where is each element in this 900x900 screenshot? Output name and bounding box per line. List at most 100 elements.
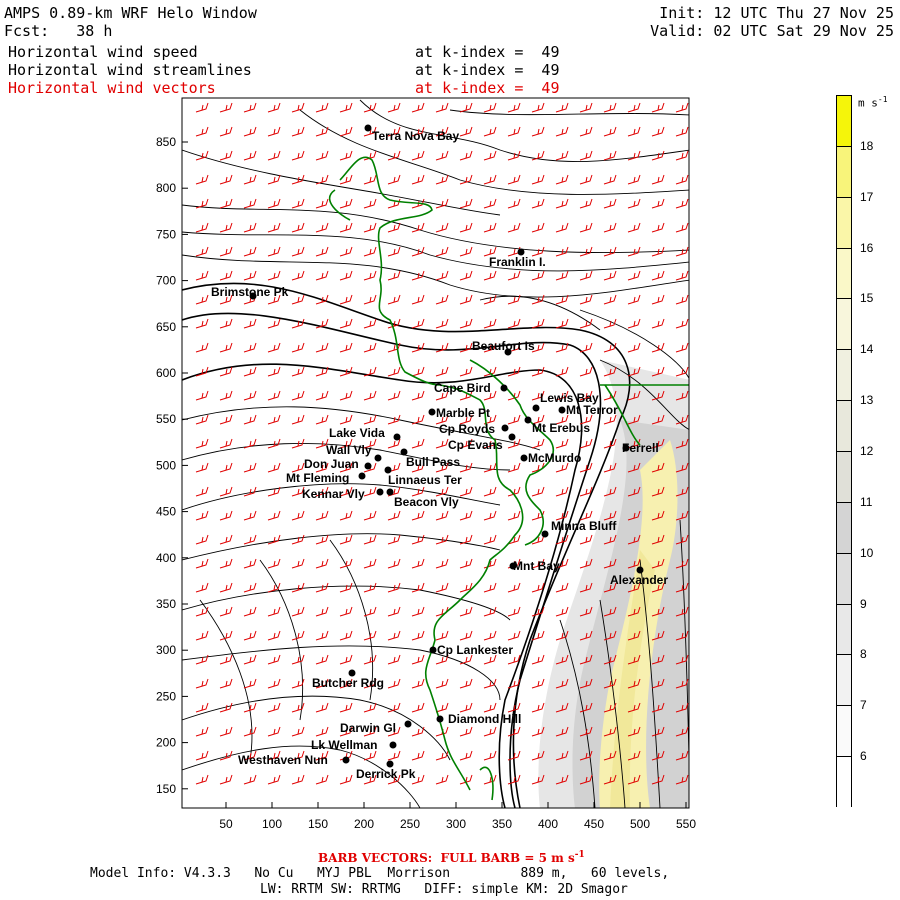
site-label: Derrick Pk <box>356 767 416 781</box>
y-tick-label: 250 <box>156 689 176 703</box>
site-dot <box>428 408 436 416</box>
site-dot <box>376 488 384 496</box>
site-dot <box>364 462 372 470</box>
site-label: Cp Royds <box>439 422 495 436</box>
barb-legend: BARB VECTORS: FULL BARB = 5 m s-1 <box>318 850 585 865</box>
y-tick-label: 350 <box>156 597 176 611</box>
site-label: Diamond Hill <box>448 712 521 726</box>
site-dot <box>508 433 516 441</box>
site-marker: Cp Lankester <box>429 643 513 657</box>
colorbar-tick-label: 6 <box>860 749 867 764</box>
colorbar-segment <box>837 146 851 198</box>
x-tick-label: 50 <box>219 817 233 831</box>
y-tick-label: 300 <box>156 643 176 657</box>
colorbar-segment <box>837 757 851 808</box>
site-label: Terra Nova Bay <box>372 129 459 143</box>
colorbar-tick-label: 13 <box>860 393 874 408</box>
colorbar-segment <box>837 350 851 402</box>
y-tick-label: 500 <box>156 458 176 472</box>
x-tick-label: 250 <box>400 817 420 831</box>
site-label: Marble Pt <box>436 406 490 420</box>
site-dot <box>342 756 350 764</box>
site-label: Lk Wellman <box>311 738 377 752</box>
site-label: Mnt Bay <box>513 559 560 573</box>
y-tick-label: 750 <box>156 227 176 241</box>
site-label: Bull Pass <box>406 455 460 469</box>
site-label: Cp Lankester <box>437 643 513 657</box>
y-tick-label: 150 <box>156 782 176 796</box>
colorbar-segment <box>837 655 851 707</box>
y-tick-label: 650 <box>156 320 176 334</box>
site-dot <box>404 720 412 728</box>
colorbar-tick-label: 14 <box>860 342 874 357</box>
colorbar-segment <box>837 197 851 249</box>
x-tick-label: 350 <box>492 817 512 831</box>
site-label: McMurdo <box>528 451 581 465</box>
site-dot <box>501 424 509 432</box>
x-tick-label: 550 <box>676 817 696 831</box>
y-tick-label: 400 <box>156 551 176 565</box>
colorbar-segment <box>837 401 851 452</box>
site-label: Mt Erebus <box>532 421 590 435</box>
site-label: Beacon Vly <box>394 495 459 509</box>
wind-map: Terra Nova Bay Franklin I. Brimstone Pk Bea… <box>156 97 696 831</box>
site-label: Don Juan <box>304 457 359 471</box>
y-tick-label: 550 <box>156 412 176 426</box>
site-dot <box>386 488 394 496</box>
colorbar-tick-label: 17 <box>860 189 874 204</box>
x-tick-label: 450 <box>584 817 604 831</box>
colorbar-segment <box>837 96 851 147</box>
site-label: Mt Fleming <box>286 471 349 485</box>
colorbar-tick-label: 18 <box>860 138 874 153</box>
site-label: Beaufort Is <box>472 339 535 353</box>
colorbar-segment <box>837 604 851 656</box>
colorbar-tick-label: 11 <box>860 494 873 509</box>
site-label: Alexander <box>610 573 668 587</box>
site-label: Wall Vly <box>326 443 372 457</box>
colorbar-segment <box>837 553 851 605</box>
site-dot <box>393 433 401 441</box>
site-label: Minna Bluff <box>551 519 617 533</box>
site-dot <box>429 646 437 654</box>
site-dot <box>520 454 528 462</box>
site-marker: Mt Terror <box>558 403 618 417</box>
site-label: Franklin I. <box>489 255 546 269</box>
y-tick-label: 450 <box>156 505 176 519</box>
colorbar-tick-label: 16 <box>860 240 874 255</box>
y-tick-label: 800 <box>156 181 176 195</box>
x-tick-label: 500 <box>630 817 650 831</box>
site-dot <box>358 472 366 480</box>
site-marker: Marble Pt <box>428 406 490 420</box>
colorbar-segment <box>837 452 851 503</box>
site-dot <box>364 124 372 132</box>
site-dot <box>541 530 549 538</box>
colorbar-segment <box>837 299 851 351</box>
site-label: Cape Bird <box>434 381 491 395</box>
site-label: Westhaven Nun <box>238 753 328 767</box>
colorbar-segment <box>837 502 851 554</box>
colorbar-tick-label: 15 <box>860 291 874 306</box>
site-marker: Mnt Bay <box>509 559 560 573</box>
colorbar-segment <box>837 706 851 758</box>
colorbar-tick-label: 10 <box>860 545 874 560</box>
site-label: Mt Terror <box>566 403 618 417</box>
model-info-line-2: LW: RRTM SW: RRTMG DIFF: simple KM: 2D S… <box>260 882 628 897</box>
site-marker: Diamond Hill <box>436 712 521 726</box>
y-tick-label: 700 <box>156 274 176 288</box>
x-tick-label: 150 <box>308 817 328 831</box>
x-tick-label: 300 <box>446 817 466 831</box>
site-label: Butcher Rdg <box>312 676 384 690</box>
site-dot <box>374 454 382 462</box>
site-label: Lake Vida <box>329 426 385 440</box>
y-axis-ticks: 850 800 750 700 650 600 550 500 450 400 350 300 250 2… <box>156 135 188 796</box>
model-info-line-1: Model Info: V4.3.3 No Cu MYJ PBL Morriso… <box>90 866 670 881</box>
site-label: Kennar Vly <box>302 487 365 501</box>
x-tick-label: 100 <box>262 817 282 831</box>
site-dot <box>500 384 508 392</box>
site-label: Darwin Gl <box>340 721 396 735</box>
site-marker: Brimstone Pk <box>211 285 289 300</box>
colorbar <box>836 95 852 808</box>
y-tick-label: 600 <box>156 366 176 380</box>
y-tick-label: 200 <box>156 736 176 750</box>
site-label: Ferrell <box>622 441 659 455</box>
